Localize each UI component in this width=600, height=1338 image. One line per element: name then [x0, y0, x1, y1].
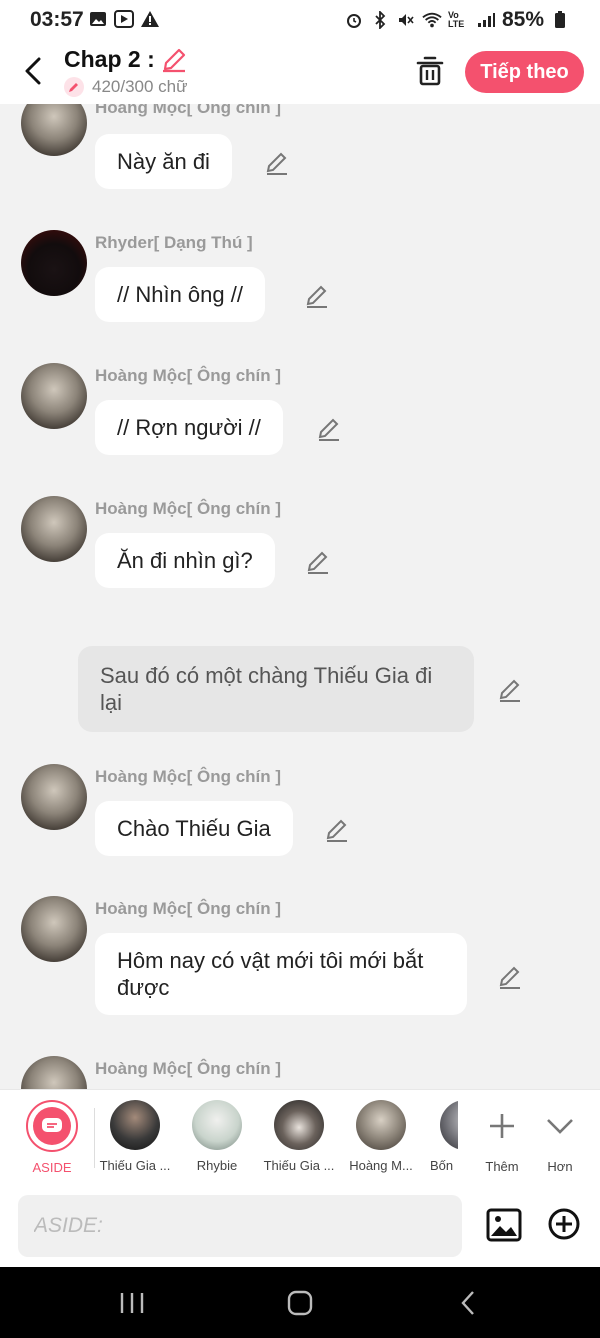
cast-notification-icon	[114, 9, 134, 29]
chat-bubble-icon	[42, 1118, 62, 1132]
message-bubble[interactable]: Hôm nay có vật mới tôi mới bắt được	[95, 933, 467, 1015]
character-item[interactable]: Hoàng M...	[341, 1100, 421, 1173]
recents-icon	[120, 1293, 144, 1313]
back-arrow-icon	[461, 1291, 474, 1315]
alarm-icon	[344, 10, 364, 30]
avatar-hoang-moc[interactable]	[21, 496, 87, 562]
speaker-name: Rhyder[ Dạng Thú ]	[95, 233, 253, 252]
avatar-hoang-moc[interactable]	[21, 104, 87, 156]
trash-icon	[416, 56, 444, 86]
chevron-left-icon	[25, 57, 41, 85]
avatar-rhyder[interactable]	[21, 230, 87, 296]
character-label: ASIDE	[32, 1160, 72, 1175]
edit-icon[interactable]	[264, 150, 290, 176]
message-bubble[interactable]: // Nhìn ông //	[95, 267, 265, 322]
character-item[interactable]: Thiếu Gia ...	[259, 1100, 339, 1173]
system-nav-bar	[0, 1267, 600, 1338]
speaker-name: Hoàng Mộc[ Ông chín ]	[95, 499, 282, 518]
signal-icon	[476, 10, 496, 30]
aside-avatar	[26, 1100, 78, 1152]
character-label: Thiếu Gia ...	[99, 1158, 171, 1173]
status-time: 03:57	[30, 8, 84, 31]
collapse-label: Hơn	[547, 1159, 573, 1174]
speaker-name: Hoàng Mộc[ Ông chín ]	[95, 767, 282, 786]
speaker-name: Hoàng Mộc[ Ông chín ]	[95, 104, 282, 117]
character-avatar	[440, 1100, 458, 1150]
message-bubble[interactable]: Ăn đi nhìn gì?	[95, 533, 275, 588]
edit-icon[interactable]	[497, 964, 523, 990]
edit-icon[interactable]	[305, 549, 331, 575]
home-icon	[287, 1290, 313, 1316]
plus-circle-icon	[548, 1208, 580, 1240]
pencil-icon[interactable]	[161, 47, 187, 73]
bluetooth-icon	[370, 10, 390, 30]
delete-button[interactable]	[414, 54, 446, 88]
recent-apps-button[interactable]	[112, 1287, 152, 1319]
character-bar: ASIDE Thiếu Gia ... Rhybie Thiếu Gia ...…	[0, 1089, 600, 1185]
home-button[interactable]	[280, 1287, 320, 1319]
mute-icon	[396, 10, 416, 30]
character-item[interactable]: Thiếu Gia ...	[95, 1100, 175, 1173]
editor-header: Chap 2 : 420/300 chữ Tiếp theo	[0, 38, 600, 104]
message-bubble[interactable]: Chào Thiếu Gia	[95, 801, 293, 856]
speaker-name: Hoàng Mộc[ Ông chín ]	[95, 1059, 282, 1078]
volte-icon: Vo LTE	[447, 10, 465, 29]
back-nav-button[interactable]	[448, 1287, 488, 1319]
battery-icon	[550, 10, 570, 30]
character-avatar	[192, 1100, 242, 1150]
plus-icon	[490, 1114, 514, 1138]
edit-icon[interactable]	[304, 283, 330, 309]
chevron-down-icon	[547, 1119, 573, 1134]
word-count: 420/300 chữ	[64, 77, 188, 97]
message-bubble[interactable]: // Rợn người //	[95, 400, 283, 455]
status-bar: 03:57 Vo LTE 85%	[0, 0, 600, 38]
character-avatar	[274, 1100, 324, 1150]
gallery-notification-icon	[88, 9, 108, 29]
avatar-hoang-moc[interactable]	[21, 896, 87, 962]
aside-input[interactable]	[18, 1195, 462, 1257]
character-aside[interactable]: ASIDE	[12, 1100, 92, 1175]
avatar-hoang-moc[interactable]	[21, 1056, 87, 1089]
collapse-button[interactable]: Hơn	[520, 1100, 600, 1174]
message-bubble[interactable]: Này ăn đi	[95, 134, 232, 189]
word-count-text: 420/300 chữ	[92, 77, 188, 96]
warning-icon	[140, 9, 160, 29]
chapter-title-text: Chap 2 :	[64, 46, 155, 72]
chapter-title[interactable]: Chap 2 :	[64, 46, 187, 73]
edit-icon[interactable]	[497, 677, 523, 703]
character-label: Bốn	[430, 1158, 454, 1173]
speaker-name: Hoàng Mộc[ Ông chín ]	[95, 366, 282, 385]
character-label: Hoàng M...	[349, 1158, 413, 1173]
avatar-hoang-moc[interactable]	[21, 764, 87, 830]
image-icon	[486, 1208, 522, 1242]
character-label: Thiếu Gia ...	[263, 1158, 335, 1173]
back-button[interactable]	[18, 54, 48, 88]
pencil-badge-icon	[64, 77, 84, 97]
edit-icon[interactable]	[324, 817, 350, 843]
character-item[interactable]: Bốn	[420, 1100, 458, 1173]
avatar-hoang-moc[interactable]	[21, 363, 87, 429]
character-avatar	[356, 1100, 406, 1150]
character-avatar	[110, 1100, 160, 1150]
edit-icon[interactable]	[316, 416, 342, 442]
chat-area[interactable]: Hoàng Mộc[ Ông chín ] Này ăn đi Rhyder[ …	[0, 104, 600, 1089]
battery-text: 85%	[501, 8, 544, 31]
wifi-icon	[422, 10, 442, 30]
insert-image-button[interactable]	[486, 1207, 522, 1243]
speaker-name: Hoàng Mộc[ Ông chín ]	[95, 899, 282, 918]
next-button[interactable]: Tiếp theo	[465, 51, 584, 93]
character-label: Rhybie	[196, 1158, 238, 1173]
character-item[interactable]: Rhybie	[177, 1100, 257, 1173]
narration-bubble[interactable]: Sau đó có một chàng Thiếu Gia đi lại	[78, 646, 474, 732]
input-bar	[0, 1185, 600, 1267]
add-button[interactable]	[547, 1207, 581, 1241]
